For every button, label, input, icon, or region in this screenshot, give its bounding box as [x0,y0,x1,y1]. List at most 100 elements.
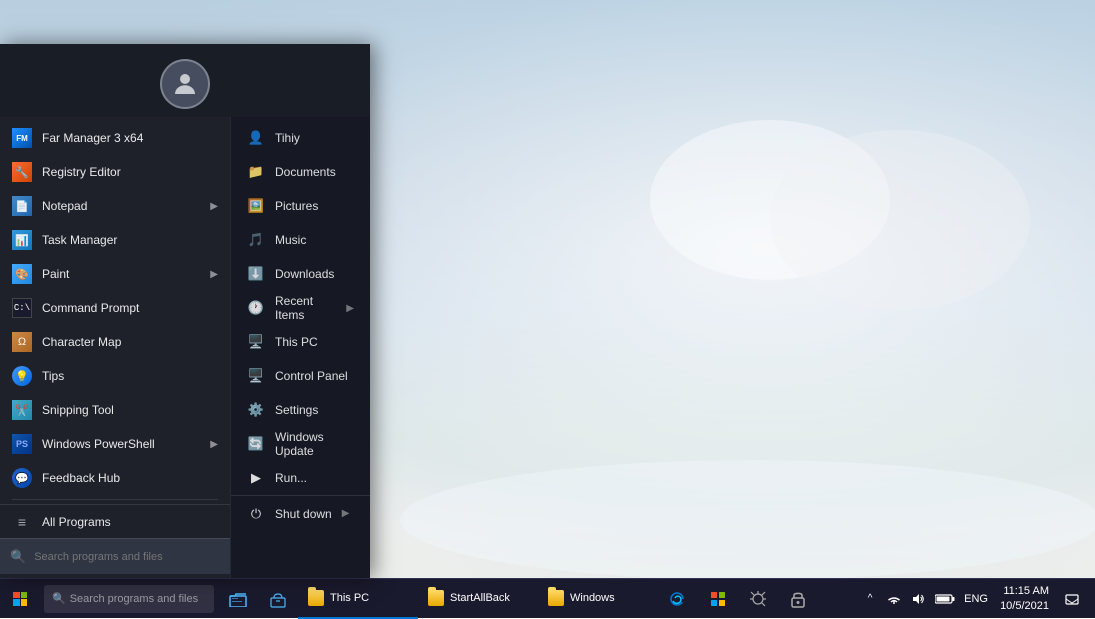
folder-startallback-icon [428,590,444,606]
menu-item-notepad[interactable]: 📄 Notepad ▶ [0,189,230,223]
menu-item-powershell[interactable]: PS Windows PowerShell ▶ [0,427,230,461]
right-item-music[interactable]: 🎵 Music [231,223,370,257]
right-item-downloads[interactable]: ⬇️ Downloads [231,257,370,291]
this-pc-window-label: This PC [330,592,369,604]
tray-language[interactable]: ENG [960,579,992,619]
tray-battery-icon[interactable] [930,579,960,619]
start-menu: FM Far Manager 3 x64 🔧 Registry Editor 📄 [0,44,370,578]
desktop: FM Far Manager 3 x64 🔧 Registry Editor 📄 [0,0,1095,618]
documents-icon: 📁 [247,163,265,181]
paint-label: Paint [42,267,200,281]
right-item-documents[interactable]: 📁 Documents [231,155,370,189]
taskbar-this-pc-window[interactable]: This PC [298,579,418,619]
character-map-label: Character Map [42,335,218,349]
spider-search-icon [749,590,767,608]
paint-icon: 🎨 [12,264,32,284]
pictures-icon: 🖼️ [247,197,265,215]
tray-notifications-icon[interactable] [1057,579,1087,619]
far-manager-label: Far Manager 3 x64 [42,131,218,145]
right-panel: 👤 Tihiy 📁 Documents 🖼️ Pictures [230,117,370,578]
taskbar-lock[interactable] [778,579,818,619]
shutdown-item[interactable]: ⏻ Shut down ▶ [231,495,370,531]
right-item-this-pc[interactable]: 🖥️ This PC [231,325,370,359]
right-item-windows-update[interactable]: 🔄 Windows Update [231,427,370,461]
avatar[interactable] [160,59,210,109]
notepad-icon: 📄 [12,196,32,216]
start-content: FM Far Manager 3 x64 🔧 Registry Editor 📄 [0,117,370,578]
desktop-image [350,0,1095,578]
clock-time: 11:15 AM [1003,584,1049,598]
lock-icon [790,590,806,608]
clock[interactable]: 11:15 AM 10/5/2021 [992,579,1057,619]
right-item-settings[interactable]: ⚙️ Settings [231,393,370,427]
startallback-window-label: StartAllBack [450,592,510,604]
taskbar-windows-store[interactable] [698,579,738,619]
right-item-run[interactable]: ▶ Run... [231,461,370,495]
menu-item-task-manager[interactable]: 📊 Task Manager [0,223,230,257]
menu-item-command-prompt[interactable]: C:\ Command Prompt [0,291,230,325]
windows-store-icon [709,590,727,608]
all-programs-item[interactable]: ≡ All Programs [0,504,230,538]
user-avatar-icon [170,69,200,99]
settings-label: Settings [275,403,354,417]
language-label: ENG [964,593,988,605]
start-button[interactable] [0,579,40,619]
right-item-tihiy[interactable]: 👤 Tihiy [231,121,370,155]
right-item-pictures[interactable]: 🖼️ Pictures [231,189,370,223]
run-icon: ▶ [247,469,265,487]
taskbar-windows-folder-window[interactable]: Windows [538,579,658,619]
powershell-arrow: ▶ [210,439,218,450]
menu-item-registry-editor[interactable]: 🔧 Registry Editor [0,155,230,189]
paint-arrow: ▶ [210,269,218,280]
taskbar-edge[interactable] [658,579,698,619]
taskbar-file-explorer[interactable] [218,579,258,619]
search-bar-menu: 🔍 [0,538,230,574]
search-taskbar-placeholder: Search programs and files [70,593,198,605]
taskbar-store[interactable] [258,579,298,619]
search-taskbar[interactable]: 🔍 Search programs and files [44,585,214,613]
tips-label: Tips [42,369,218,383]
this-pc-label: This PC [275,335,354,349]
tray-volume-icon[interactable] [906,579,930,619]
taskmgr-icon: 📊 [12,230,32,250]
right-item-recent[interactable]: 🕐 Recent Items ▶ [231,291,370,325]
tray-network-icon[interactable] [882,579,906,619]
edge-icon [669,590,687,608]
right-item-control-panel[interactable]: 🖥️ Control Panel [231,359,370,393]
left-panel: FM Far Manager 3 x64 🔧 Registry Editor 📄 [0,117,230,578]
charmap-icon: Ω [12,332,32,352]
feedback-icon: 💬 [12,468,32,488]
power-icon: ⏻ [247,505,265,523]
all-programs-icon: ≡ [12,512,32,532]
menu-item-feedback-hub[interactable]: 💬 Feedback Hub [0,461,230,495]
windows-logo-icon [13,592,27,606]
taskbar-startallback-window[interactable]: StartAllBack [418,579,538,619]
tihiy-label: Tihiy [275,131,354,145]
menu-item-far-manager[interactable]: FM Far Manager 3 x64 [0,121,230,155]
snip-icon: ✂️ [12,400,32,420]
menu-item-character-map[interactable]: Ω Character Map [0,325,230,359]
windows-update-label: Windows Update [275,430,354,458]
menu-separator [12,499,218,500]
recent-icon: 🕐 [247,299,265,317]
taskbar-search-spider[interactable] [738,579,778,619]
downloads-icon: ⬇️ [247,265,265,283]
file-explorer-icon [229,591,247,607]
registry-editor-label: Registry Editor [42,165,218,179]
taskbar-right: ^ [858,579,1095,619]
task-manager-label: Task Manager [42,233,218,247]
tips-icon: 💡 [12,366,32,386]
user-area[interactable] [0,44,370,117]
shutdown-label: Shut down [275,507,332,521]
folder-this-pc-icon [308,590,324,606]
menu-item-tips[interactable]: 💡 Tips [0,359,230,393]
music-icon: 🎵 [247,231,265,249]
tray-chevron[interactable]: ^ [858,579,882,619]
run-label: Run... [275,471,354,485]
menu-item-snipping-tool[interactable]: ✂️ Snipping Tool [0,393,230,427]
search-icon-menu: 🔍 [10,549,26,565]
search-input-menu[interactable] [34,551,220,563]
search-taskbar-icon: 🔍 [52,592,66,605]
control-panel-label: Control Panel [275,369,354,383]
menu-item-paint[interactable]: 🎨 Paint ▶ [0,257,230,291]
